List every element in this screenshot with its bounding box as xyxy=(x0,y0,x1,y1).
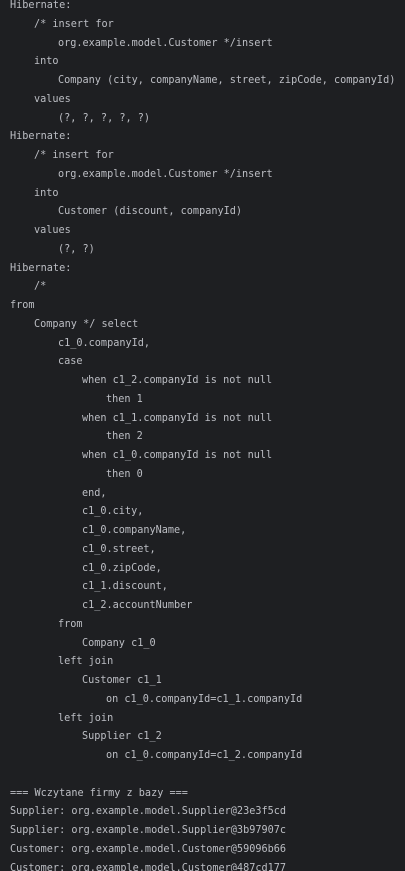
console-line: Customer: org.example.model.Customer@487… xyxy=(10,862,287,871)
console-line: left join xyxy=(58,712,114,724)
console-line: into xyxy=(34,187,59,199)
console-output[interactable]: Hibernate: /* insert for org.example.model… xyxy=(0,0,405,871)
console-line: c1_0.city, xyxy=(82,506,144,518)
console-line: Customer (discount, companyId) xyxy=(58,206,243,218)
console-line: Hibernate: xyxy=(10,262,72,274)
console-line: /* xyxy=(34,281,47,293)
console-line: c1_0.street, xyxy=(82,543,156,555)
console-line: === Wczytane firmy z bazy === xyxy=(10,787,188,799)
console-line: case xyxy=(58,356,83,368)
console-line: on c1_0.companyId=c1_1.companyId xyxy=(106,693,303,705)
console-line: Customer c1_1 xyxy=(82,675,162,686)
console-line: c1_0.companyId, xyxy=(58,337,151,349)
console-line: Hibernate: xyxy=(10,131,72,143)
console-line: from xyxy=(10,300,35,311)
console-line: Supplier: org.example.model.Supplier@23e… xyxy=(10,806,287,818)
console-line: Company (city, companyName, street, zipC… xyxy=(58,75,396,86)
console-line: Company c1_0 xyxy=(82,637,156,649)
console-line: /* insert for xyxy=(34,18,114,30)
console-line: Company */ select xyxy=(34,318,139,330)
console-line: c1_1.discount, xyxy=(82,581,168,593)
console-line: (?, ?) xyxy=(58,243,95,255)
console-line: when c1_2.companyId is not null xyxy=(82,375,273,386)
console-line: c1_0.companyName, xyxy=(82,525,187,536)
console-line: end, xyxy=(82,487,107,499)
console-line: on c1_0.companyId=c1_2.companyId xyxy=(106,750,303,761)
console-line: then 0 xyxy=(106,468,143,480)
console-line: c1_0.zipCode, xyxy=(82,562,162,574)
console-line: Supplier: org.example.model.Supplier@3b9… xyxy=(10,825,287,836)
console-line: values xyxy=(34,93,71,105)
console-line: /* insert for xyxy=(34,150,114,161)
console-line: then 1 xyxy=(106,393,143,405)
console-line: when c1_1.companyId is not null xyxy=(82,412,273,424)
console-line: Customer: org.example.model.Customer@590… xyxy=(10,843,287,855)
console-line: when c1_0.companyId is not null xyxy=(82,450,273,461)
console-line: c1_2.accountNumber xyxy=(82,600,193,611)
console-line: (?, ?, ?, ?, ?) xyxy=(58,112,151,124)
console-line: Hibernate: xyxy=(10,0,72,11)
console-line: into xyxy=(34,56,59,68)
console-lines: Hibernate: /* insert for org.example.model… xyxy=(10,0,395,871)
console-line: then 2 xyxy=(106,431,143,443)
console-line: org.example.model.Customer */insert xyxy=(58,37,273,49)
console-line: Supplier c1_2 xyxy=(82,731,162,743)
console-line: values xyxy=(34,225,71,236)
console-line: org.example.model.Customer */insert xyxy=(58,168,273,180)
console-line: left join xyxy=(58,656,114,668)
console-line: from xyxy=(58,618,83,630)
